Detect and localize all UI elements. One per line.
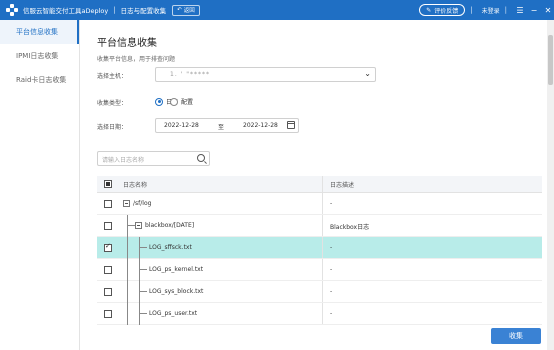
page-subtitle: 日志与配置收集 — [120, 7, 167, 15]
host-value: 1. ' "***** — [170, 71, 210, 78]
search-placeholder: 请输入日志名称 — [102, 157, 145, 164]
title-bar: 信服云智能交付工具aDeploy | 日志与配置收集 ↶ 返回 ✎ 评价反馈 |… — [0, 0, 554, 20]
pencil-icon: ✎ — [426, 6, 432, 14]
column-header-name: 日志名称 — [123, 182, 148, 189]
back-arrow-icon: ↶ — [177, 7, 182, 13]
log-name: LOG_sffsck.txt — [149, 244, 192, 251]
table-row[interactable]: /sf/log - — [97, 193, 542, 215]
host-select[interactable]: 1. ' "***** ⌄ — [155, 67, 376, 82]
login-status[interactable]: 未登录 — [482, 6, 500, 15]
radio-selected-icon — [155, 97, 163, 106]
log-name: blackbox/[DATE] — [145, 222, 195, 229]
page-title: 平台信息收集 — [97, 38, 157, 49]
sidebar-item-platform-info[interactable]: 平台信息收集 — [0, 20, 79, 44]
sidebar-item-raid-log[interactable]: Raid卡日志收集 — [0, 68, 79, 92]
log-desc: - — [330, 200, 333, 207]
table-header-row: 日志名称 日志描述 — [97, 176, 542, 193]
title-separator-3: | — [504, 6, 507, 14]
calendar-icon[interactable] — [287, 121, 295, 129]
log-table: 日志名称 日志描述 /sf/log - blackbox/[DATE] Blac… — [97, 176, 542, 325]
log-desc: - — [330, 288, 333, 295]
type-radio-config[interactable]: 配置 — [170, 97, 193, 106]
log-desc: Blackbox日志 — [330, 224, 370, 231]
log-desc: - — [330, 310, 333, 317]
date-from[interactable]: 2022-12-28 — [164, 122, 199, 129]
date-to[interactable]: 2022-12-28 — [243, 122, 278, 129]
sidebar-item-ipmi-log[interactable]: IPMI日志收集 — [0, 44, 79, 68]
log-search-input[interactable]: 请输入日志名称 — [97, 151, 210, 166]
back-button[interactable]: ↶ 返回 — [172, 4, 200, 16]
menu-icon[interactable]: ☰ — [514, 6, 526, 15]
sidebar: 平台信息收集 IPMI日志收集 Raid卡日志收集 — [0, 20, 80, 350]
main-panel: 平台信息收集 收集平台信息，用于排查问题 选择主机： 1. ' "***** ⌄… — [81, 20, 547, 350]
log-desc: - — [330, 244, 333, 251]
scrollbar-thumb[interactable] — [548, 35, 553, 85]
title-separator: | — [113, 6, 116, 14]
scrollbar[interactable] — [547, 20, 554, 350]
app-title: 信服云智能交付工具aDeploy — [23, 7, 109, 15]
column-header-desc: 日志描述 — [330, 182, 355, 189]
close-icon[interactable]: ✕ — [542, 6, 554, 15]
collapse-icon[interactable] — [123, 200, 130, 207]
page-description: 收集平台信息，用于排查问题 — [97, 56, 176, 63]
row-checkbox[interactable] — [104, 288, 112, 296]
row-checkbox[interactable] — [104, 200, 112, 208]
feedback-button[interactable]: ✎ 评价反馈 — [419, 4, 466, 16]
select-all-checkbox[interactable] — [104, 180, 112, 188]
table-row[interactable]: blackbox/[DATE] Blackbox日志 — [97, 215, 542, 237]
table-row[interactable]: LOG_ps_user.txt - — [97, 303, 542, 325]
collect-button[interactable]: 收集 — [491, 328, 541, 344]
radio-unselected-icon — [170, 97, 178, 106]
row-checkbox[interactable] — [104, 266, 112, 274]
log-name: LOG_ps_user.txt — [149, 310, 198, 317]
collapse-icon[interactable] — [135, 222, 142, 229]
row-checkbox[interactable] — [104, 310, 112, 318]
log-name: /sf/log — [133, 200, 152, 207]
log-name: LOG_ps_kernel.txt — [149, 266, 204, 273]
app-logo-icon — [6, 4, 18, 16]
date-range-picker[interactable]: 2022-12-28 至 2022-12-28 — [155, 118, 299, 133]
date-range-separator: 至 — [218, 124, 225, 131]
type-label: 收集类型： — [97, 100, 128, 107]
search-icon[interactable] — [197, 154, 205, 162]
table-row[interactable]: LOG_ps_kernel.txt - — [97, 259, 542, 281]
date-label: 选择日期： — [97, 124, 128, 131]
row-checkbox[interactable] — [104, 222, 112, 230]
feedback-label: 评价反馈 — [434, 7, 459, 15]
table-row[interactable]: LOG_sys_block.txt - — [97, 281, 542, 303]
log-name: LOG_sys_block.txt — [149, 288, 204, 295]
type-option-label: 配置 — [181, 99, 194, 106]
row-checkbox[interactable] — [104, 242, 112, 252]
back-label: 返回 — [183, 8, 195, 14]
table-row[interactable]: LOG_sffsck.txt - — [97, 237, 542, 259]
minimize-icon[interactable]: − — [528, 6, 540, 15]
log-desc: - — [330, 266, 333, 273]
chevron-down-icon: ⌄ — [364, 69, 371, 78]
title-separator-2: | — [470, 6, 473, 14]
host-label: 选择主机： — [97, 73, 128, 80]
